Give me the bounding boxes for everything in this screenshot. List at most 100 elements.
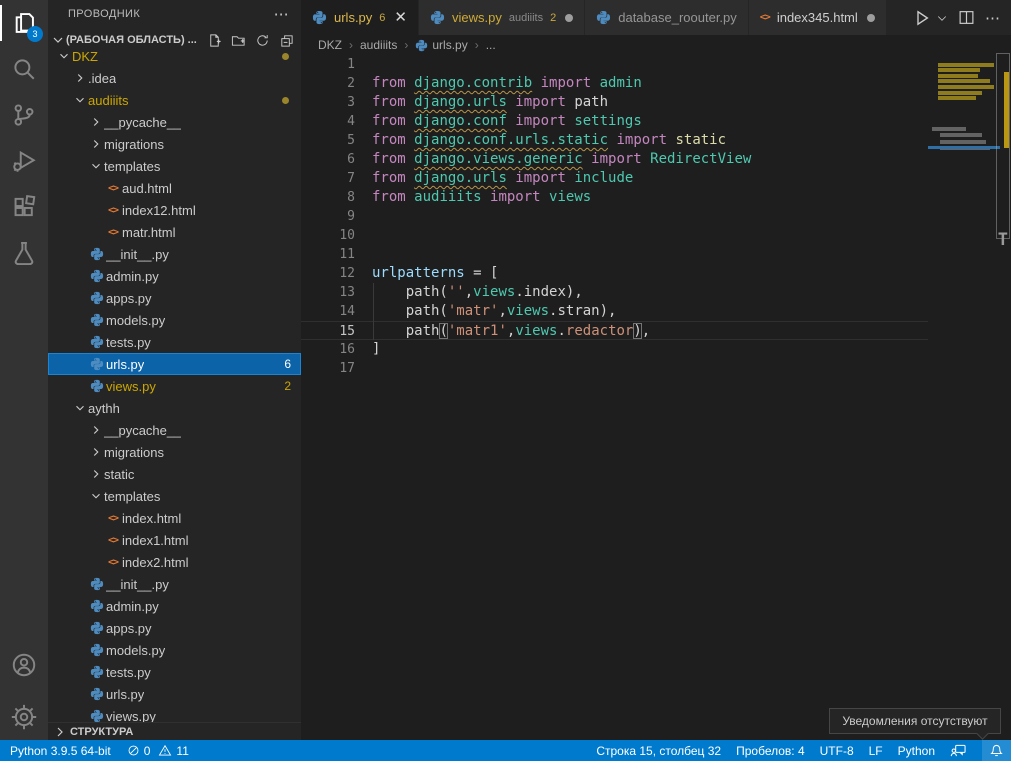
refresh-icon[interactable]: [253, 31, 271, 49]
run-dropdown-icon[interactable]: [936, 12, 948, 24]
tree-item-label: tests.py: [106, 665, 151, 680]
minimap[interactable]: [928, 55, 996, 740]
tree-item-aythh[interactable]: aythh: [48, 397, 301, 419]
collapse-all-icon[interactable]: [277, 31, 295, 49]
code-line-10[interactable]: 10: [301, 226, 928, 245]
tree-item-templates[interactable]: templates: [48, 155, 301, 177]
activity-settings[interactable]: [0, 694, 48, 740]
activity-testing[interactable]: [0, 230, 48, 276]
more-actions-icon[interactable]: ⋯: [985, 9, 1001, 27]
tree-item-apps-py[interactable]: apps.py: [48, 617, 301, 639]
python-interpreter[interactable]: Python 3.9.5 64-bit: [10, 744, 111, 758]
activity-account[interactable]: [0, 642, 48, 688]
code-line-7[interactable]: 7from django.urls import include: [301, 169, 928, 188]
code-line-16[interactable]: 16]: [301, 340, 928, 359]
tree-item-migrations[interactable]: migrations: [48, 441, 301, 463]
tab-urls-py[interactable]: urls.py6✕: [301, 0, 418, 35]
tree-item-index12-html[interactable]: <>index12.html: [48, 199, 301, 221]
activity-source-control[interactable]: [0, 92, 48, 138]
close-icon[interactable]: ✕: [394, 10, 407, 25]
indent-guide: [373, 283, 374, 340]
feedback-icon[interactable]: [950, 743, 967, 758]
notifications-bell[interactable]: [982, 740, 1011, 761]
code-line-2[interactable]: 2from django.contrib import admin: [301, 74, 928, 93]
tree-item-urls-py[interactable]: urls.py6: [48, 353, 301, 375]
tree-item-index2-html[interactable]: <>index2.html: [48, 551, 301, 573]
eol-sequence[interactable]: LF: [869, 744, 883, 758]
tree-item-templates[interactable]: templates: [48, 485, 301, 507]
activity-extensions[interactable]: [0, 184, 48, 230]
code-line-17[interactable]: 17: [301, 359, 928, 378]
code-text: ]: [372, 340, 380, 359]
split-editor-icon[interactable]: [958, 9, 975, 26]
tree-item-init-py[interactable]: __init__.py: [48, 243, 301, 265]
tree-item-apps-py[interactable]: apps.py: [48, 287, 301, 309]
python-icon: [90, 335, 104, 349]
code-line-3[interactable]: 3from django.urls import path: [301, 93, 928, 112]
new-folder-icon[interactable]: [229, 31, 247, 49]
tree-item-matr-html[interactable]: <>matr.html: [48, 221, 301, 243]
code-line-4[interactable]: 4from django.conf import settings: [301, 112, 928, 131]
tree-item-tests-py[interactable]: tests.py: [48, 331, 301, 353]
tree-item-views-py[interactable]: views.py2: [48, 375, 301, 397]
tree-item-models-py[interactable]: models.py: [48, 309, 301, 331]
problems-indicator[interactable]: 0 11: [127, 744, 189, 758]
language-mode[interactable]: Python: [898, 744, 935, 758]
breadcrumb-item-audiiits[interactable]: audiiits: [360, 38, 397, 52]
code-line-14[interactable]: 14 path('matr',views.stran),: [301, 302, 928, 321]
line-number: 10: [301, 226, 372, 245]
tab-views-py[interactable]: views.pyaudiiits2: [419, 0, 584, 35]
tree-item-index-html[interactable]: <>index.html: [48, 507, 301, 529]
new-file-icon[interactable]: [205, 31, 223, 49]
code-editor[interactable]: 12from django.contrib import admin3from …: [301, 55, 1011, 740]
overview-ruler[interactable]: T: [996, 55, 1011, 740]
code-text: from django.urls import include: [372, 169, 633, 188]
code-line-9[interactable]: 9: [301, 207, 928, 226]
tree-item-tests-py[interactable]: tests.py: [48, 661, 301, 683]
tree-item-urls-py[interactable]: urls.py: [48, 683, 301, 705]
tab-database-roouter-py[interactable]: database_roouter.py: [585, 0, 748, 35]
tree-item-pycache[interactable]: __pycache__: [48, 111, 301, 133]
breadcrumb-separator: ›: [349, 38, 353, 52]
tree-item-admin-py[interactable]: admin.py: [48, 595, 301, 617]
tree-item-migrations[interactable]: migrations: [48, 133, 301, 155]
line-number: 14: [301, 302, 372, 321]
workspace-section-header[interactable]: (РАБОЧАЯ ОБЛАСТЬ) ...: [48, 28, 301, 52]
breadcrumb-item-[interactable]: ...: [486, 38, 496, 52]
activity-explorer[interactable]: 3: [0, 0, 48, 46]
breadcrumb-item-dkz[interactable]: DKZ: [318, 38, 342, 52]
breadcrumb-item-urls-py[interactable]: urls.py: [415, 38, 467, 52]
tree-item-idea[interactable]: .idea: [48, 67, 301, 89]
code-line-1[interactable]: 1: [301, 55, 928, 74]
cursor-position[interactable]: Строка 15, столбец 32: [596, 744, 721, 758]
tab-index345-html[interactable]: <>index345.html: [749, 0, 886, 35]
status-bar: Python 3.9.5 64-bit 0 11 Строка 15, стол…: [0, 740, 1011, 761]
code-line-8[interactable]: 8from audiiits import views: [301, 188, 928, 207]
tree-item-dkz[interactable]: DKZ: [48, 52, 301, 67]
explorer-more-icon[interactable]: ⋯: [274, 5, 289, 23]
tree-item-views-py[interactable]: views.py: [48, 705, 301, 722]
outline-section-header[interactable]: СТРУКТУРА: [48, 722, 301, 740]
tree-item-models-py[interactable]: models.py: [48, 639, 301, 661]
code-line-12[interactable]: 12urlpatterns = [: [301, 264, 928, 283]
code-line-15[interactable]: 15 path('matr1',views.redactor),: [301, 321, 928, 340]
code-line-11[interactable]: 11: [301, 245, 928, 264]
tree-item-index1-html[interactable]: <>index1.html: [48, 529, 301, 551]
tree-item-init-py[interactable]: __init__.py: [48, 573, 301, 595]
line-number: 2: [301, 74, 372, 93]
run-button[interactable]: [912, 8, 932, 28]
tree-item-aud-html[interactable]: <>aud.html: [48, 177, 301, 199]
encoding[interactable]: UTF-8: [820, 744, 854, 758]
tree-item-admin-py[interactable]: admin.py: [48, 265, 301, 287]
indentation[interactable]: Пробелов: 4: [736, 744, 805, 758]
tree-item-audiiits[interactable]: audiiits: [48, 89, 301, 111]
code-line-5[interactable]: 5from django.conf.urls.static import sta…: [301, 131, 928, 150]
tree-item-static[interactable]: static: [48, 463, 301, 485]
activity-run-debug[interactable]: [0, 138, 48, 184]
code-line-6[interactable]: 6from django.views.generic import Redire…: [301, 150, 928, 169]
code-line-13[interactable]: 13 path('',views.index),: [301, 283, 928, 302]
tree-item-pycache[interactable]: __pycache__: [48, 419, 301, 441]
activity-search[interactable]: [0, 46, 48, 92]
warning-marker: [1004, 72, 1009, 148]
html-icon: <>: [108, 205, 118, 216]
